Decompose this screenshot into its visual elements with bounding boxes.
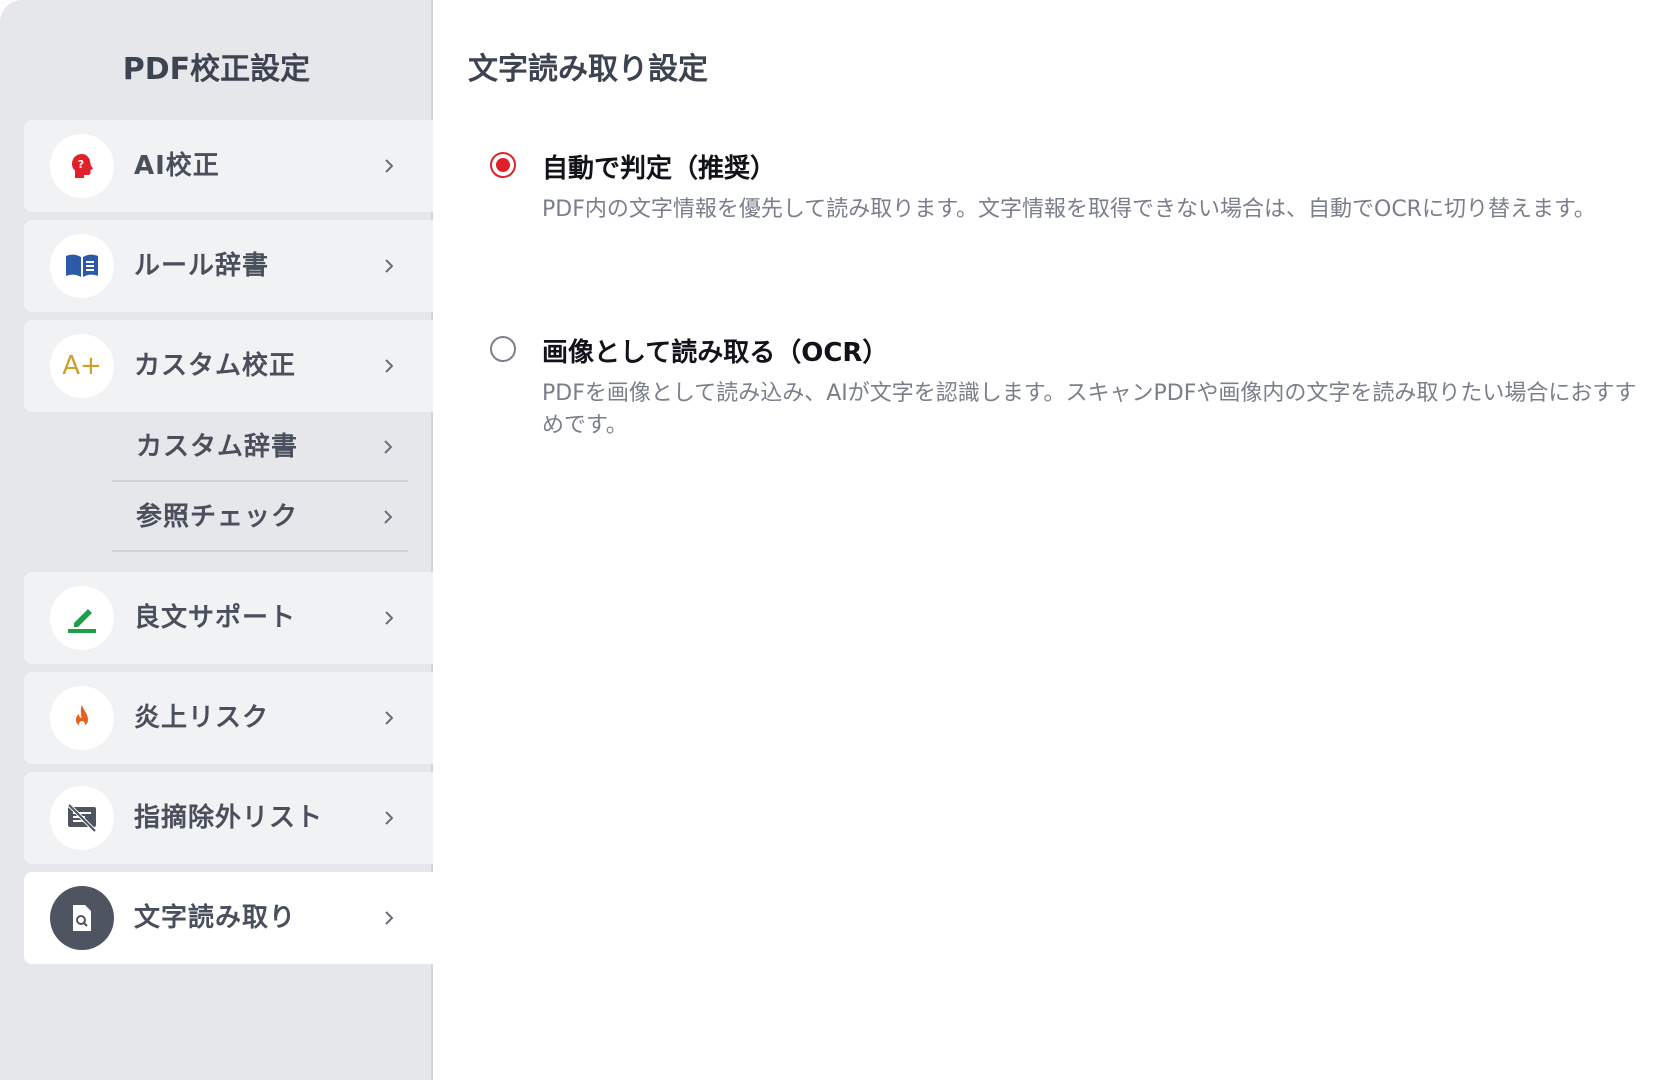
sidebar-item-flame-risk[interactable]: 炎上リスク bbox=[24, 672, 433, 764]
sidebar-item-ai-proofreading[interactable]: ? AI校正 bbox=[24, 120, 433, 212]
radio-ocr[interactable] bbox=[490, 336, 516, 362]
chevron-right-icon bbox=[385, 159, 394, 173]
sidebar-item-label: カスタム校正 bbox=[134, 351, 297, 381]
chevron-right-icon bbox=[384, 510, 393, 524]
chevron-right-icon bbox=[385, 711, 394, 725]
a-plus-icon: A+ bbox=[50, 334, 114, 398]
document-search-icon bbox=[50, 886, 114, 950]
sidebar-subitem-reference-check[interactable]: 参照チェック bbox=[112, 482, 408, 552]
option-description: PDFを画像として読み込み、AIが文字を認識します。スキャンPDFや画像内の文字… bbox=[542, 381, 1637, 438]
sidebar-item-writing-support[interactable]: 良文サポート bbox=[24, 572, 433, 664]
book-icon bbox=[50, 234, 114, 298]
excluded-list-icon bbox=[50, 786, 114, 850]
sidebar-item-label: 指摘除外リスト bbox=[134, 803, 324, 833]
sidebar-item-label: ルール辞書 bbox=[134, 251, 270, 281]
chevron-right-icon bbox=[385, 259, 394, 273]
sidebar-item-exclusion-list[interactable]: 指摘除外リスト bbox=[24, 772, 433, 864]
chevron-right-icon bbox=[384, 440, 393, 454]
sidebar-item-label: 文字読み取り bbox=[134, 903, 297, 933]
chevron-right-icon bbox=[385, 911, 394, 925]
sidebar-item-custom-proofreading[interactable]: A+ カスタム校正 bbox=[24, 320, 433, 412]
sidebar-item-label: 良文サポート bbox=[134, 603, 297, 633]
option-label: 自動で判定（推奨） bbox=[542, 154, 777, 184]
svg-text:?: ? bbox=[78, 158, 84, 171]
sidebar-item-label: 炎上リスク bbox=[134, 703, 270, 733]
sidebar-item-rule-dictionary[interactable]: ルール辞書 bbox=[24, 220, 433, 312]
option-description: PDF内の文字情報を優先して読み取ります。文字情報を取得できない場合は、自動でO… bbox=[542, 197, 1596, 222]
ai-head-icon: ? bbox=[50, 134, 114, 198]
sidebar-item-label: AI校正 bbox=[134, 151, 220, 181]
chevron-right-icon bbox=[385, 359, 394, 373]
sidebar-subitem-custom-dictionary[interactable]: カスタム辞書 bbox=[112, 412, 408, 482]
radio-auto-detect[interactable] bbox=[490, 152, 516, 178]
sidebar-title: PDF校正設定 bbox=[122, 52, 311, 87]
chevron-right-icon bbox=[385, 611, 394, 625]
flame-icon bbox=[50, 686, 114, 750]
chevron-right-icon bbox=[385, 811, 394, 825]
sidebar-item-text-reading[interactable]: 文字読み取り bbox=[24, 872, 433, 964]
sidebar: PDF校正設定 ? AI校正 ルール辞書 A+ カスタム校正 カスタム辞書 参照… bbox=[0, 0, 433, 1080]
sidebar-subitem-label: カスタム辞書 bbox=[136, 432, 299, 462]
page-title: 文字読み取り設定 bbox=[468, 52, 708, 87]
pen-icon bbox=[50, 586, 114, 650]
option-label: 画像として読み取る（OCR） bbox=[542, 338, 889, 368]
sidebar-subitem-label: 参照チェック bbox=[136, 502, 299, 532]
